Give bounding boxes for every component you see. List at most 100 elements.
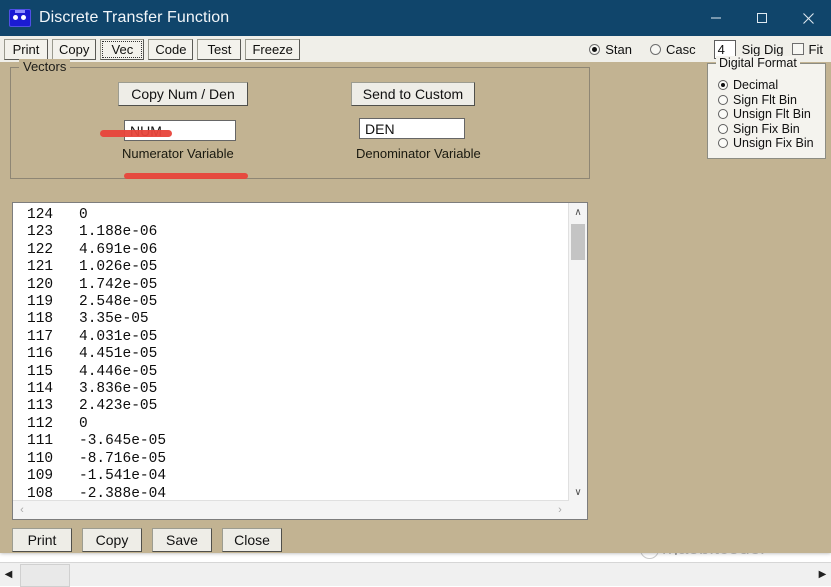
list-item[interactable]: 113 2.423e-05 <box>27 398 569 415</box>
list-item-index: 113 <box>27 398 54 415</box>
radio-icon <box>718 80 728 91</box>
toolbar-button-code[interactable]: Code <box>148 38 194 60</box>
vectors-group: Vectors <box>10 59 590 179</box>
list-item-index: 120 <box>27 276 54 293</box>
copy-num-den-button[interactable]: Copy Num / Den <box>118 82 248 106</box>
list-item[interactable]: 120 1.742e-05 <box>27 277 569 294</box>
list-item-value: -1.541e-04 <box>79 468 167 485</box>
digital-format-option-label: Decimal <box>733 78 779 93</box>
list-item-value: 1.026e-05 <box>79 259 158 276</box>
radio-icon <box>718 94 728 105</box>
bottom-button-print[interactable]: Print <box>12 528 72 552</box>
list-item-index: 116 <box>27 346 54 363</box>
background-scroll-left-arrow[interactable]: ◀ <box>0 563 17 586</box>
toolbar-button-test[interactable]: Test <box>197 38 242 60</box>
denominator-variable-label: Denominator Variable <box>356 146 481 161</box>
list-item[interactable]: 112 0 <box>27 416 569 433</box>
list-item-value: 0 <box>79 207 88 223</box>
minimize-button[interactable] <box>693 0 739 36</box>
fit-checkbox[interactable] <box>791 43 804 55</box>
maximize-button[interactable] <box>739 0 785 36</box>
close-button[interactable] <box>785 0 831 36</box>
list-item-value: -3.645e-05 <box>79 433 167 450</box>
scroll-down-arrow-icon[interactable]: ∨ <box>569 483 587 501</box>
close-icon <box>802 12 814 24</box>
list-horizontal-scrollbar[interactable]: ‹ › <box>13 500 569 519</box>
list-item[interactable]: 121 1.026e-05 <box>27 259 569 276</box>
list-item[interactable]: 118 3.35e-05 <box>27 311 569 328</box>
send-to-custom-button[interactable]: Send to Custom <box>351 82 475 106</box>
list-item-index: 109 <box>27 468 54 485</box>
annotation-mark-copy-num-den <box>124 173 248 179</box>
denominator-variable-input[interactable]: DEN <box>359 118 465 139</box>
radio-stan[interactable]: Stan <box>589 42 632 57</box>
list-item-index: 112 <box>27 415 54 432</box>
list-item-index: 123 <box>27 224 54 241</box>
coefficient-list[interactable]: 124 0 123 1.188e-06 122 4.691e-06 121 1.026e-05… <box>12 202 588 520</box>
list-item-index: 121 <box>27 259 54 276</box>
list-item-value: 4.031e-05 <box>79 328 158 345</box>
list-item-value: 0 <box>79 415 88 432</box>
bottom-button-save[interactable]: Save <box>152 528 212 552</box>
digital-format-option-label: Sign Flt Bin <box>733 92 797 107</box>
radio-casc-icon <box>650 43 661 55</box>
background-horizontal-scrollbar[interactable]: ◀ ▶ <box>0 562 831 587</box>
toolbar-button-copy[interactable]: Copy <box>52 38 97 60</box>
list-item[interactable]: 108 -2.388e-04 <box>27 486 569 502</box>
radio-casc[interactable]: Casc <box>650 42 696 57</box>
toolbar-button-print[interactable]: Print <box>4 38 48 60</box>
radio-stan-label: Stan <box>605 41 632 57</box>
list-item-value: 4.691e-06 <box>79 241 158 258</box>
list-item-index: 114 <box>27 381 54 398</box>
annotation-mark-vec <box>100 130 172 137</box>
coefficient-list-content: 124 0 123 1.188e-06 122 4.691e-06 121 1.026e-05… <box>13 203 569 501</box>
digital-format-option-2[interactable]: Unsign Flt Bin <box>718 107 825 122</box>
list-item[interactable]: 119 2.548e-05 <box>27 294 569 311</box>
list-item[interactable]: 115 4.446e-05 <box>27 364 569 381</box>
toolbar-button-freeze[interactable]: Freeze <box>245 38 300 60</box>
digital-format-legend: Digital Format <box>716 56 800 70</box>
numerator-variable-label: Numerator Variable <box>122 146 234 161</box>
dialog-bottom-buttons: Print Copy Save Close <box>12 528 292 552</box>
digital-format-option-label: Sign Fix Bin <box>733 121 800 136</box>
list-item-index: 124 <box>27 207 54 223</box>
list-vertical-scrollbar[interactable]: ∧ ∨ <box>568 203 587 501</box>
list-item-value: -2.388e-04 <box>79 485 167 502</box>
scroll-up-arrow-icon[interactable]: ∧ <box>569 203 587 221</box>
scroll-right-arrow-icon[interactable]: › <box>551 501 569 519</box>
list-item[interactable]: 109 -1.541e-04 <box>27 468 569 485</box>
scrollbar-corner <box>569 501 587 519</box>
list-item[interactable]: 123 1.188e-06 <box>27 224 569 241</box>
digital-format-option-label: Unsign Flt Bin <box>733 107 811 122</box>
vectors-group-legend: Vectors <box>19 59 71 74</box>
sig-dig-label: Sig Dig <box>741 41 784 57</box>
bottom-button-copy[interactable]: Copy <box>82 528 142 552</box>
list-item[interactable]: 117 4.031e-05 <box>27 329 569 346</box>
vertical-scrollbar-thumb[interactable] <box>571 224 585 260</box>
list-item[interactable]: 110 -8.716e-05 <box>27 451 569 468</box>
maximize-icon <box>757 13 767 23</box>
digital-format-group: Digital Format Decimal Sign Flt Bin Unsign… <box>707 56 826 159</box>
toolbar-button-vec[interactable]: Vec <box>100 38 145 60</box>
digital-format-option-1[interactable]: Sign Flt Bin <box>718 93 825 108</box>
radio-icon <box>718 123 728 134</box>
window-title: Discrete Transfer Function <box>39 9 230 26</box>
list-item[interactable]: 122 4.691e-06 <box>27 242 569 259</box>
list-item-index: 122 <box>27 241 54 258</box>
digital-format-option-4[interactable]: Unsign Fix Bin <box>718 136 825 151</box>
digital-format-option-0[interactable]: Decimal <box>718 78 825 93</box>
bottom-button-close[interactable]: Close <box>222 528 282 552</box>
list-item[interactable]: 124 0 <box>27 207 569 224</box>
fit-label: Fit <box>808 41 823 57</box>
list-item[interactable]: 116 4.451e-05 <box>27 346 569 363</box>
digital-format-option-3[interactable]: Sign Fix Bin <box>718 122 825 137</box>
toolbar: Print Copy Vec Code Test Freeze Stan Cas… <box>0 36 831 63</box>
scroll-left-arrow-icon[interactable]: ‹ <box>13 501 31 519</box>
radio-casc-label: Casc <box>666 41 696 57</box>
list-item[interactable]: 111 -3.645e-05 <box>27 433 569 450</box>
list-item-value: 1.188e-06 <box>79 224 158 241</box>
background-scrollbar-thumb[interactable] <box>20 564 70 587</box>
background-scroll-right-arrow-2[interactable]: ▶ <box>814 563 831 586</box>
list-item[interactable]: 114 3.836e-05 <box>27 381 569 398</box>
list-item-value: 4.451e-05 <box>79 346 158 363</box>
